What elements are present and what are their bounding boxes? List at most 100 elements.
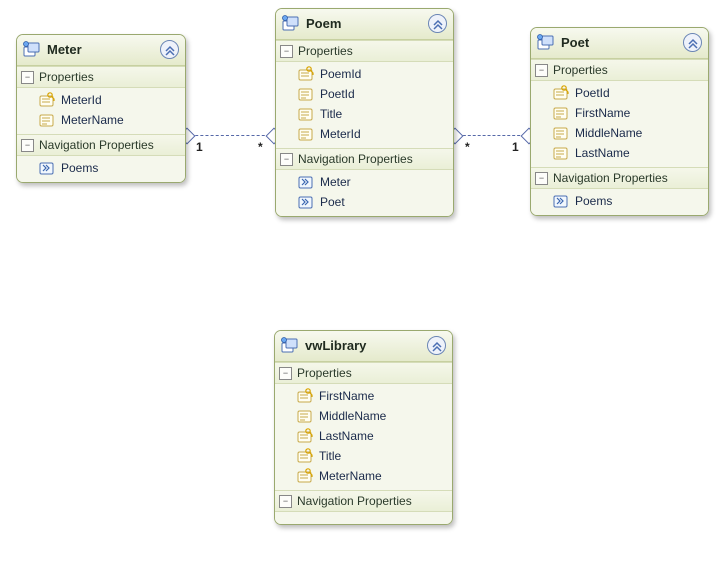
key-icon xyxy=(297,428,313,444)
properties-list: MeterId MeterName xyxy=(17,88,185,134)
property-row[interactable]: PoemId xyxy=(276,64,453,84)
section-properties-header[interactable]: − Properties xyxy=(531,59,708,81)
section-properties-header[interactable]: − Properties xyxy=(275,362,452,384)
property-name: LastName xyxy=(575,146,630,160)
multiplicity-label: 1 xyxy=(512,140,519,154)
relation-poem-poet xyxy=(453,135,530,136)
entity-meter[interactable]: Meter − Properties MeterId MeterName − N… xyxy=(16,34,186,183)
property-name: Title xyxy=(320,107,342,121)
entity-title: Poem xyxy=(302,16,428,31)
property-row[interactable]: MiddleName xyxy=(275,406,452,426)
section-label: Navigation Properties xyxy=(297,494,412,508)
toggle-icon[interactable]: − xyxy=(21,71,34,84)
entity-vwlibrary[interactable]: vwLibrary − Properties FirstName MiddleN… xyxy=(274,330,453,525)
entity-icon xyxy=(282,15,300,33)
key-icon xyxy=(297,388,313,404)
collapse-button[interactable] xyxy=(428,14,447,33)
property-icon xyxy=(297,408,313,424)
property-name: PoemId xyxy=(320,67,361,81)
nav-icon xyxy=(553,193,569,209)
property-icon xyxy=(553,105,569,121)
entity-header[interactable]: vwLibrary xyxy=(275,331,452,362)
property-row[interactable]: LastName xyxy=(275,426,452,446)
property-row[interactable]: MeterName xyxy=(17,110,185,130)
property-name: MeterName xyxy=(319,469,382,483)
key-icon xyxy=(297,448,313,464)
entity-header[interactable]: Meter xyxy=(17,35,185,66)
navprop-name: Poems xyxy=(61,161,98,175)
property-name: MeterId xyxy=(61,93,102,107)
toggle-icon[interactable]: − xyxy=(535,64,548,77)
property-row[interactable]: LastName xyxy=(531,143,708,163)
multiplicity-label: * xyxy=(258,140,263,154)
navprop-row[interactable]: Meter xyxy=(276,172,453,192)
property-row[interactable]: FirstName xyxy=(531,103,708,123)
navprop-row[interactable]: Poems xyxy=(17,158,185,178)
collapse-button[interactable] xyxy=(160,40,179,59)
property-name: MeterId xyxy=(320,127,361,141)
collapse-button[interactable] xyxy=(427,336,446,355)
nav-icon xyxy=(39,160,55,176)
navprop-name: Poet xyxy=(320,195,345,209)
property-name: Title xyxy=(319,449,341,463)
property-icon xyxy=(298,106,314,122)
entity-poet[interactable]: Poet − Properties PoetId FirstName Middl… xyxy=(530,27,709,216)
property-name: PoetId xyxy=(575,86,610,100)
navprop-name: Poems xyxy=(575,194,612,208)
property-name: MiddleName xyxy=(575,126,642,140)
toggle-icon[interactable]: − xyxy=(280,45,293,58)
section-label: Navigation Properties xyxy=(39,138,154,152)
entity-poem[interactable]: Poem − Properties PoemId PoetId Title Me… xyxy=(275,8,454,217)
section-navprops-header[interactable]: − Navigation Properties xyxy=(276,148,453,170)
toggle-icon[interactable]: − xyxy=(21,139,34,152)
toggle-icon[interactable]: − xyxy=(279,367,292,380)
property-row[interactable]: MeterId xyxy=(276,124,453,144)
properties-list: FirstName MiddleName LastName Title Mete… xyxy=(275,384,452,490)
property-row[interactable]: PoetId xyxy=(531,83,708,103)
navprop-row[interactable]: Poems xyxy=(531,191,708,211)
section-navprops-header[interactable]: − Navigation Properties xyxy=(275,490,452,512)
property-name: MiddleName xyxy=(319,409,386,423)
property-row[interactable]: MeterName xyxy=(275,466,452,486)
entity-icon xyxy=(537,34,555,52)
entity-title: Poet xyxy=(557,35,683,50)
navprop-row[interactable]: Poet xyxy=(276,192,453,212)
navprops-list: Meter Poet xyxy=(276,170,453,216)
section-properties-header[interactable]: − Properties xyxy=(276,40,453,62)
property-name: FirstName xyxy=(319,389,374,403)
section-navprops-header[interactable]: − Navigation Properties xyxy=(17,134,185,156)
property-row[interactable]: PoetId xyxy=(276,84,453,104)
collapse-button[interactable] xyxy=(683,33,702,52)
section-label: Navigation Properties xyxy=(298,152,413,166)
entity-title: vwLibrary xyxy=(301,338,427,353)
property-row[interactable]: MiddleName xyxy=(531,123,708,143)
section-label: Properties xyxy=(39,70,94,84)
property-row[interactable]: FirstName xyxy=(275,386,452,406)
navprops-list xyxy=(275,512,452,524)
section-properties-header[interactable]: − Properties xyxy=(17,66,185,88)
property-icon xyxy=(39,112,55,128)
key-icon xyxy=(39,92,55,108)
property-row[interactable]: Title xyxy=(275,446,452,466)
nav-icon xyxy=(298,174,314,190)
property-icon xyxy=(298,86,314,102)
property-icon xyxy=(553,145,569,161)
properties-list: PoemId PoetId Title MeterId xyxy=(276,62,453,148)
toggle-icon[interactable]: − xyxy=(279,495,292,508)
section-label: Navigation Properties xyxy=(553,171,668,185)
property-row[interactable]: Title xyxy=(276,104,453,124)
property-row[interactable]: MeterId xyxy=(17,90,185,110)
toggle-icon[interactable]: − xyxy=(280,153,293,166)
section-label: Properties xyxy=(297,366,352,380)
property-name: PoetId xyxy=(320,87,355,101)
entity-icon xyxy=(23,41,41,59)
multiplicity-label: 1 xyxy=(196,140,203,154)
key-icon xyxy=(553,85,569,101)
entity-header[interactable]: Poem xyxy=(276,9,453,40)
section-navprops-header[interactable]: − Navigation Properties xyxy=(531,167,708,189)
toggle-icon[interactable]: − xyxy=(535,172,548,185)
property-name: LastName xyxy=(319,429,374,443)
properties-list: PoetId FirstName MiddleName LastName xyxy=(531,81,708,167)
entity-header[interactable]: Poet xyxy=(531,28,708,59)
entity-title: Meter xyxy=(43,42,160,57)
